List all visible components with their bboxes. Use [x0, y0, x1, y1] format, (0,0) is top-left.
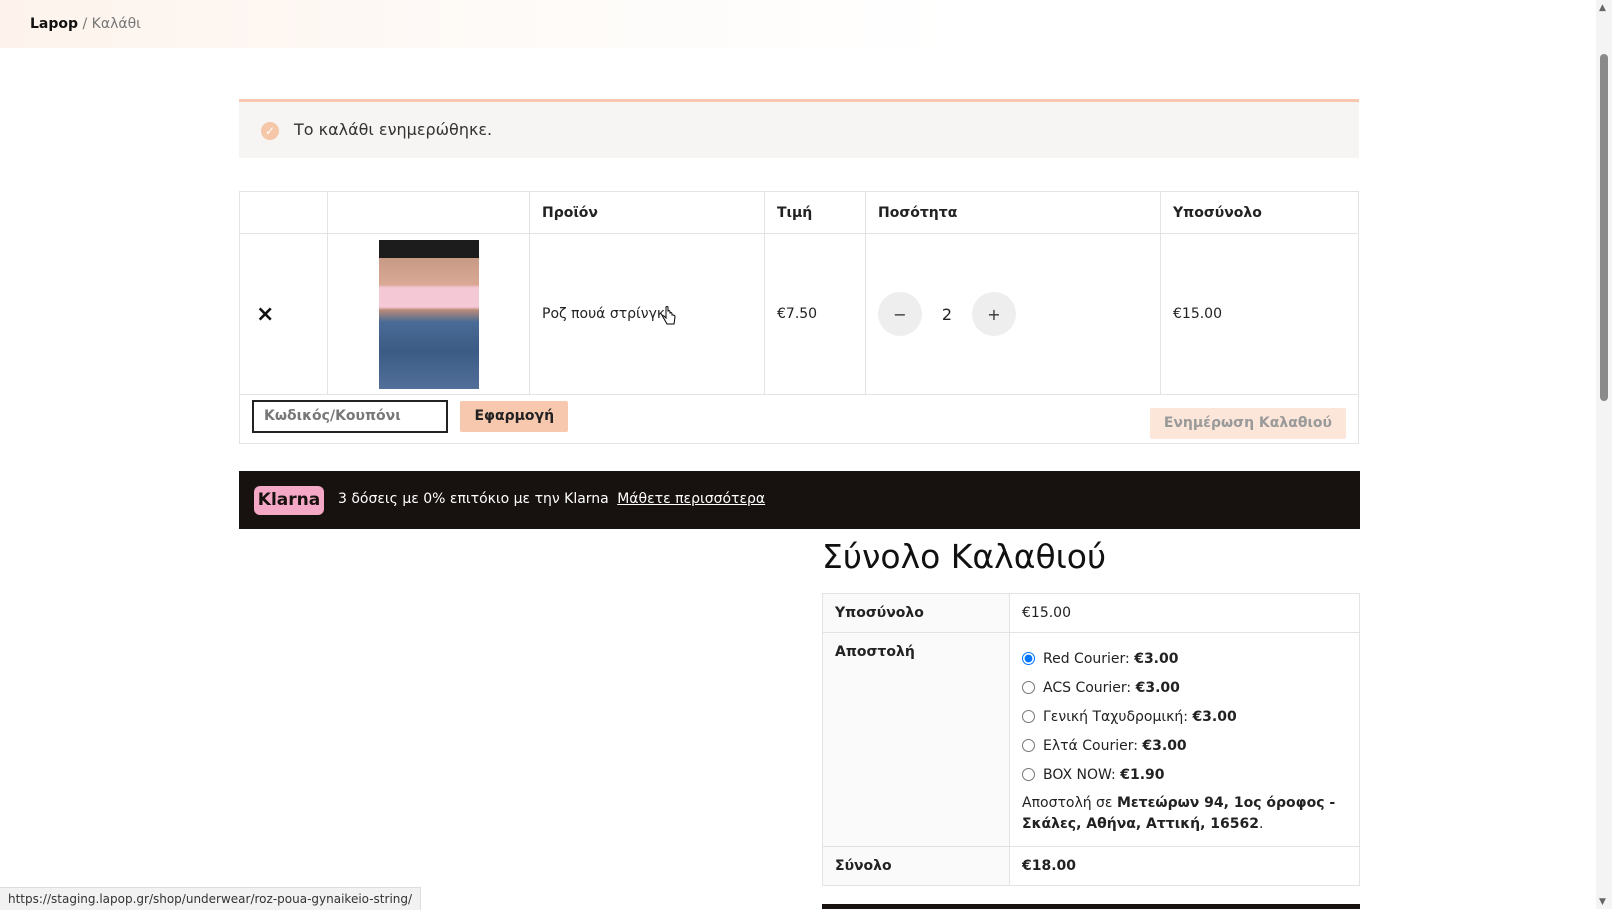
remove-cell: × — [239, 233, 328, 395]
shipping-option-name: Ελτά Courier: — [1043, 737, 1138, 754]
cart-item-row: × Ροζ πουά στρίνγκ €7.50 − 2 + €15.00 — [239, 233, 1359, 395]
cart-actions-cell: Εφαρμογή Ενημέρωση Καλαθιού — [239, 394, 1359, 444]
shipping-option-name: Red Courier: — [1043, 650, 1130, 667]
apply-coupon-button[interactable]: Εφαρμογή — [460, 400, 569, 432]
header-remove — [239, 191, 328, 234]
cart-table: Προϊόν Τιμή Ποσότητα Υποσύνολο × Ροζ που… — [239, 191, 1359, 444]
totals-total-label: Σύνολο — [822, 846, 1010, 886]
shipping-option: Γενική Ταχυδρομική: €3.00 — [1022, 702, 1347, 731]
shipping-option: Ελτά Courier: €3.00 — [1022, 731, 1347, 760]
totals-subtotal-label: Υποσύνολο — [822, 593, 1010, 633]
header-price: Τιμή — [764, 191, 866, 234]
shipping-radio-red-courier[interactable] — [1022, 652, 1035, 665]
thumbnail-cell — [327, 233, 530, 395]
shipping-destination-prefix: Αποστολή σε — [1022, 795, 1113, 811]
breadcrumb-home-link[interactable]: Lapop — [30, 16, 78, 32]
header-product: Προϊόν — [529, 191, 765, 234]
shipping-radio-geniki[interactable] — [1022, 710, 1035, 723]
header-subtotal: Υποσύνολο — [1160, 191, 1359, 234]
shipping-option-price: €3.00 — [1134, 650, 1179, 667]
product-name-cell: Ροζ πουά στρίνγκ — [529, 233, 765, 395]
cart-header-row: Προϊόν Τιμή Ποσότητα Υποσύνολο — [239, 191, 1359, 234]
update-cart-button[interactable]: Ενημέρωση Καλαθιού — [1149, 407, 1346, 439]
shipping-option-price: €3.00 — [1142, 737, 1187, 754]
totals-total-row: Σύνολο €18.00 — [822, 846, 1360, 886]
breadcrumb-current: Καλάθι — [91, 16, 141, 32]
shipping-radio-acs-courier[interactable] — [1022, 681, 1035, 694]
shipping-option-price: €1.90 — [1120, 766, 1165, 783]
klarna-logo: Klarna — [254, 486, 324, 515]
breadcrumb-separator: / — [78, 16, 92, 32]
checkout-button-edge[interactable] — [822, 904, 1360, 909]
shipping-option: Red Courier: €3.00 — [1022, 644, 1347, 673]
status-bar-url: https://staging.lapop.gr/shop/underwear/… — [0, 887, 422, 910]
shipping-radio-box-now[interactable] — [1022, 768, 1035, 781]
totals-subtotal-value: €15.00 — [1009, 593, 1360, 633]
shipping-option-price: €3.00 — [1192, 708, 1237, 725]
cart-updated-notice: ✓ Το καλάθι ενημερώθηκε. — [239, 99, 1359, 158]
shipping-radio-elta-courier[interactable] — [1022, 739, 1035, 752]
coupon-code-input[interactable] — [252, 399, 448, 433]
quantity-decrease-button[interactable]: − — [878, 292, 922, 336]
breadcrumb: Lapop / Καλάθι — [30, 16, 141, 32]
header-quantity: Ποσότητα — [865, 191, 1161, 234]
shipping-destination: Αποστολή σε Μετεώρων 94, 1ος όροφος - Σκ… — [1022, 793, 1347, 835]
remove-item-button[interactable]: × — [252, 302, 274, 327]
shipping-option-name: BOX NOW: — [1043, 766, 1116, 783]
scroll-up-arrow-icon[interactable]: ▲ — [1599, 3, 1606, 13]
klarna-banner: Klarna 3 δόσεις με 0% επιτόκιο με την Kl… — [239, 471, 1360, 529]
totals-shipping-row: Αποστολή Red Courier: €3.00 ACS Courier:… — [822, 632, 1360, 847]
shipping-destination-suffix: . — [1259, 816, 1264, 832]
quantity-stepper: − 2 + — [878, 292, 1148, 336]
shipping-option-name: ACS Courier: — [1043, 679, 1132, 696]
breadcrumb-bar: Lapop / Καλάθι — [0, 0, 1596, 48]
klarna-learn-more-link[interactable]: Μάθετε περισσότερα — [617, 491, 765, 507]
subtotal-cell: €15.00 — [1160, 233, 1359, 395]
page-scrollbar[interactable]: ▲ ▼ — [1596, 0, 1612, 909]
hand-pointer-cursor-icon — [662, 306, 676, 325]
check-circle-icon: ✓ — [261, 122, 279, 140]
scroll-thumb[interactable] — [1600, 54, 1608, 401]
cart-actions-row: Εφαρμογή Ενημέρωση Καλαθιού — [239, 394, 1359, 444]
scroll-down-arrow-icon[interactable]: ▼ — [1599, 897, 1606, 907]
totals-total-value: €18.00 — [1009, 846, 1360, 886]
shipping-methods-list: Red Courier: €3.00 ACS Courier: €3.00 Γε… — [1022, 644, 1347, 789]
shipping-option: BOX NOW: €1.90 — [1022, 760, 1347, 789]
cart-totals-title: Σύνολο Καλαθιού — [822, 537, 1107, 576]
quantity-value[interactable]: 2 — [922, 305, 972, 324]
cart-totals-table: Υποσύνολο €15.00 Αποστολή Red Courier: €… — [822, 593, 1360, 886]
shipping-option-price: €3.00 — [1135, 679, 1180, 696]
shipping-option: ACS Courier: €3.00 — [1022, 673, 1347, 702]
totals-subtotal-row: Υποσύνολο €15.00 — [822, 593, 1360, 633]
quantity-increase-button[interactable]: + — [972, 292, 1016, 336]
header-thumbnail — [327, 191, 530, 234]
product-thumbnail[interactable] — [378, 239, 479, 389]
notice-message: Το καλάθι ενημερώθηκε. — [294, 120, 493, 139]
totals-shipping-label: Αποστολή — [822, 632, 1010, 847]
shipping-options-cell: Red Courier: €3.00 ACS Courier: €3.00 Γε… — [1009, 632, 1360, 847]
product-name-link[interactable]: Ροζ πουά στρίνγκ — [542, 306, 665, 322]
klarna-text: 3 δόσεις με 0% επιτόκιο με την Klarna Μά… — [338, 491, 765, 507]
klarna-message: 3 δόσεις με 0% επιτόκιο με την Klarna — [338, 491, 609, 507]
quantity-cell: − 2 + — [865, 233, 1161, 395]
shipping-option-name: Γενική Ταχυδρομική: — [1043, 708, 1188, 725]
price-cell: €7.50 — [764, 233, 866, 395]
